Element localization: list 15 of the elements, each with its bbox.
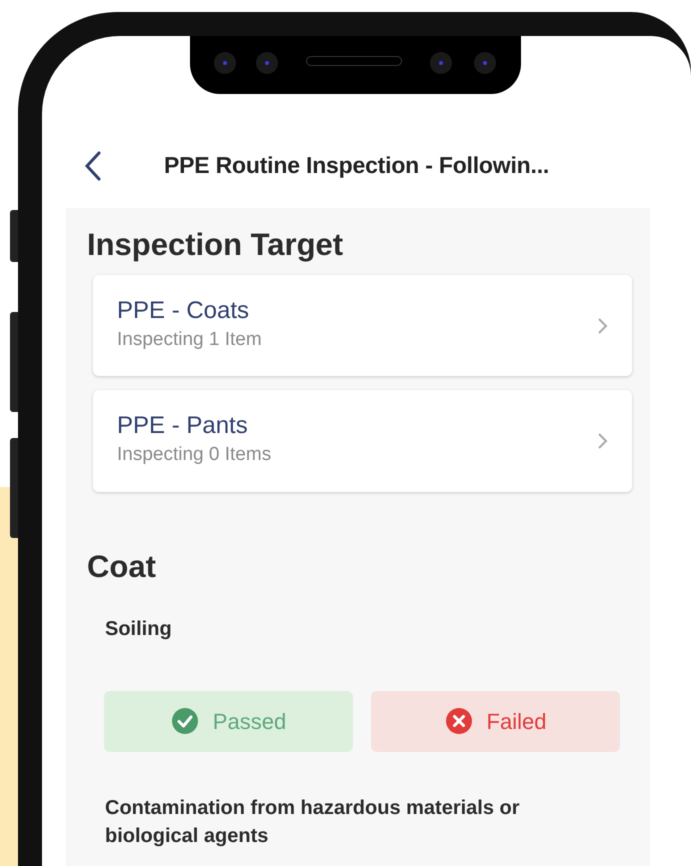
question-label: Contamination from hazardous materials or biological agents — [105, 796, 521, 849]
section-heading: Inspection Target — [87, 226, 344, 264]
target-name: PPE - Coats — [117, 297, 250, 326]
screen-title: PPE Routine Inspection - Followin... — [164, 150, 550, 180]
x-circle-icon — [444, 707, 473, 736]
target-detail: Inspecting 0 Items — [117, 443, 272, 468]
check-circle-icon — [170, 707, 199, 736]
inspection-target-card[interactable]: PPE - Coats Inspecting 1 Item — [93, 275, 632, 376]
chevron-right-icon — [596, 316, 608, 335]
inspection-target-card[interactable]: PPE - Pants Inspecting 0 Items — [93, 390, 632, 492]
section-heading: Coat — [87, 548, 157, 585]
target-detail: Inspecting 1 Item — [117, 328, 262, 352]
target-name: PPE - Pants — [117, 412, 249, 442]
chevron-right-icon — [596, 432, 608, 450]
question-label: Soiling — [105, 616, 173, 642]
